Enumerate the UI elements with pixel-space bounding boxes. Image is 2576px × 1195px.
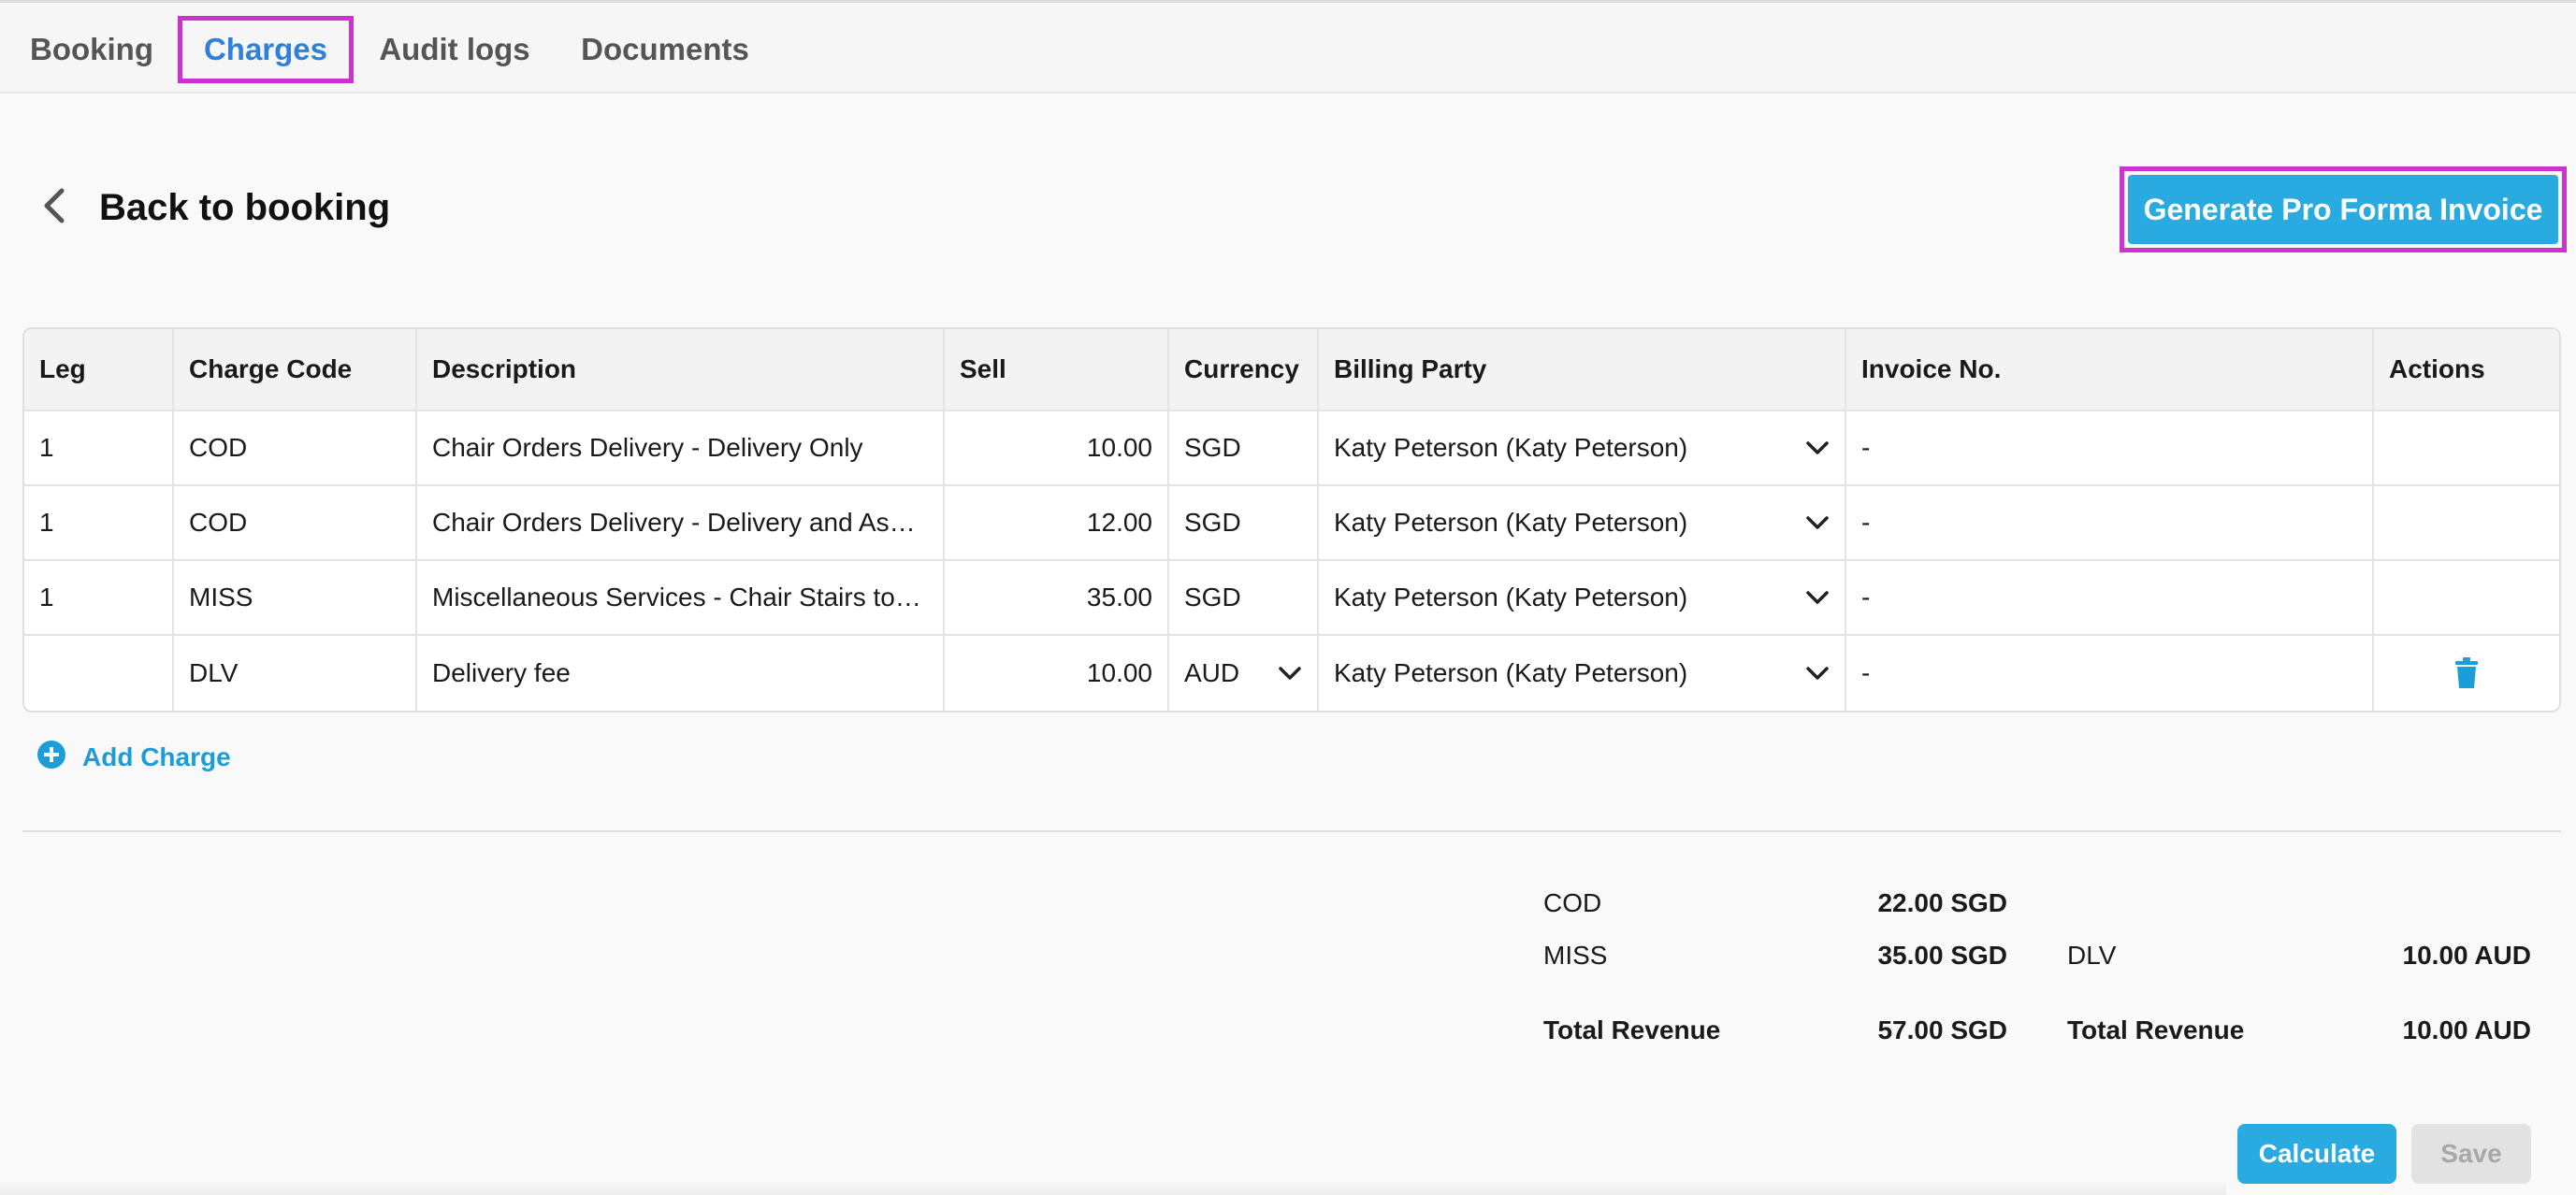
billing-party-value: Katy Peterson (Katy Peterson) [1334, 658, 1688, 687]
total-revenue-label-aud: Total Revenue [2067, 1015, 2245, 1044]
back-label: Back to booking [99, 186, 391, 228]
cell-sell: 10.00 [945, 636, 1169, 711]
plus-circle-icon [37, 740, 65, 775]
column-header-actions: Actions [2389, 354, 2485, 383]
billing-party-select[interactable]: Katy Peterson (Katy Peterson) [1319, 561, 1846, 634]
summary-amount-cod: 22.00 SGD [1877, 888, 2007, 917]
chevron-down-icon[interactable] [1278, 666, 1302, 681]
chevron-down-icon[interactable] [1805, 515, 1830, 530]
divider [22, 830, 2561, 832]
table-row: 1 COD Chair Orders Delivery - Delivery O… [24, 411, 2559, 486]
table-row: 1 COD Chair Orders Delivery - Delivery a… [24, 486, 2559, 561]
generate-invoice-highlight: Generate Pro Forma Invoice [2120, 166, 2567, 252]
summary-amount-miss: 35.00 SGD [1877, 941, 2007, 970]
cell-description: Chair Orders Delivery - Delivery and Ass… [417, 486, 945, 559]
tab-audit-logs[interactable]: Audit logs [376, 16, 533, 83]
cell-invoice-no: - [1846, 636, 2374, 711]
description-text: Delivery fee [432, 658, 571, 687]
cell-actions [2374, 486, 2559, 559]
add-charge-button[interactable]: Add Charge [21, 739, 231, 776]
cell-description: Delivery fee [417, 636, 945, 711]
summary-code-dlv: DLV [2067, 941, 2117, 970]
cell-leg: 1 [24, 411, 174, 484]
calculate-button[interactable]: Calculate [2237, 1124, 2396, 1184]
cell-invoice-no: - [1846, 561, 2374, 634]
save-button[interactable]: Save [2411, 1124, 2531, 1184]
tab-charges[interactable]: Charges [178, 16, 354, 83]
cell-currency: SGD [1169, 486, 1319, 559]
cell-sell: 35.00 [945, 561, 1169, 634]
total-revenue-aud: 10.00 AUD [2402, 1015, 2531, 1044]
summary-amount-dlv: 10.00 AUD [2402, 941, 2531, 970]
cell-leg: 1 [24, 561, 174, 634]
summary-code-cod: COD [1543, 888, 1602, 917]
cell-charge-code: MISS [174, 561, 417, 634]
bottom-shadow [0, 1180, 2226, 1195]
cell-invoice-no: - [1846, 411, 2374, 484]
currency-select[interactable]: AUD [1169, 636, 1319, 711]
cell-charge-code: COD [174, 486, 417, 559]
column-header-invoice-no: Invoice No. [1846, 329, 2374, 410]
total-revenue-sgd: 57.00 SGD [1877, 1015, 2007, 1044]
cell-actions [2374, 411, 2559, 484]
column-header-leg: Leg [24, 329, 174, 410]
description-text: Chair Orders Delivery - Delivery Only [432, 433, 863, 462]
cell-leg: 1 [24, 486, 174, 559]
cell-leg [24, 636, 174, 711]
currency-value: AUD [1184, 658, 1240, 687]
tab-bar: Booking Charges Audit logs Documents [0, 0, 2576, 94]
tab-documents[interactable]: Documents [576, 16, 754, 83]
billing-party-value: Katy Peterson (Katy Peterson) [1334, 433, 1688, 462]
summary-code-miss: MISS [1543, 941, 1608, 970]
column-header-currency: Currency [1169, 329, 1319, 410]
cell-charge-code: DLV [174, 636, 417, 711]
column-header-sell: Sell [945, 329, 1169, 410]
charges-table: Leg Charge Code Description Sell Currenc… [22, 327, 2561, 713]
column-header-billing-party: Billing Party [1319, 329, 1846, 410]
cell-charge-code: COD [174, 411, 417, 484]
billing-party-select[interactable]: Katy Peterson (Katy Peterson) [1319, 636, 1846, 711]
back-to-booking-link[interactable]: Back to booking [37, 180, 390, 236]
column-header-charge-code: Charge Code [174, 329, 417, 410]
chevron-down-icon[interactable] [1805, 440, 1830, 455]
description-text: Miscellaneous Services - Chair Stairs to… [432, 583, 928, 612]
total-revenue-label-sgd: Total Revenue [1543, 1015, 1721, 1044]
table-row: 1 MISS Miscellaneous Services - Chair St… [24, 561, 2559, 636]
billing-party-select[interactable]: Katy Peterson (Katy Peterson) [1319, 486, 1846, 559]
cell-sell: 10.00 [945, 411, 1169, 484]
cell-currency: SGD [1169, 561, 1319, 634]
cell-actions [2374, 561, 2559, 634]
cell-description: Chair Orders Delivery - Delivery Only [417, 411, 945, 484]
generate-pro-forma-invoice-button[interactable]: Generate Pro Forma Invoice [2128, 175, 2558, 244]
column-header-description: Description [417, 329, 945, 410]
description-text: Chair Orders Delivery - Delivery and Ass… [432, 508, 928, 537]
add-charge-label: Add Charge [82, 742, 231, 771]
cell-description: Miscellaneous Services - Chair Stairs to… [417, 561, 945, 634]
billing-party-value: Katy Peterson (Katy Peterson) [1334, 583, 1688, 612]
billing-party-select[interactable]: Katy Peterson (Katy Peterson) [1319, 411, 1846, 484]
billing-party-value: Katy Peterson (Katy Peterson) [1334, 508, 1688, 537]
chevron-left-icon [37, 185, 71, 231]
chevron-down-icon[interactable] [1805, 666, 1830, 681]
cell-sell: 12.00 [945, 486, 1169, 559]
table-header-row: Leg Charge Code Description Sell Currenc… [24, 329, 2559, 411]
cell-actions [2374, 636, 2559, 711]
cell-currency: SGD [1169, 411, 1319, 484]
cell-invoice-no: - [1846, 486, 2374, 559]
chevron-down-icon[interactable] [1805, 590, 1830, 605]
table-row: DLV Delivery fee 10.00 AUD Katy Peterson… [24, 636, 2559, 711]
tab-booking[interactable]: Booking [17, 16, 166, 83]
trash-icon[interactable] [2453, 657, 2480, 689]
